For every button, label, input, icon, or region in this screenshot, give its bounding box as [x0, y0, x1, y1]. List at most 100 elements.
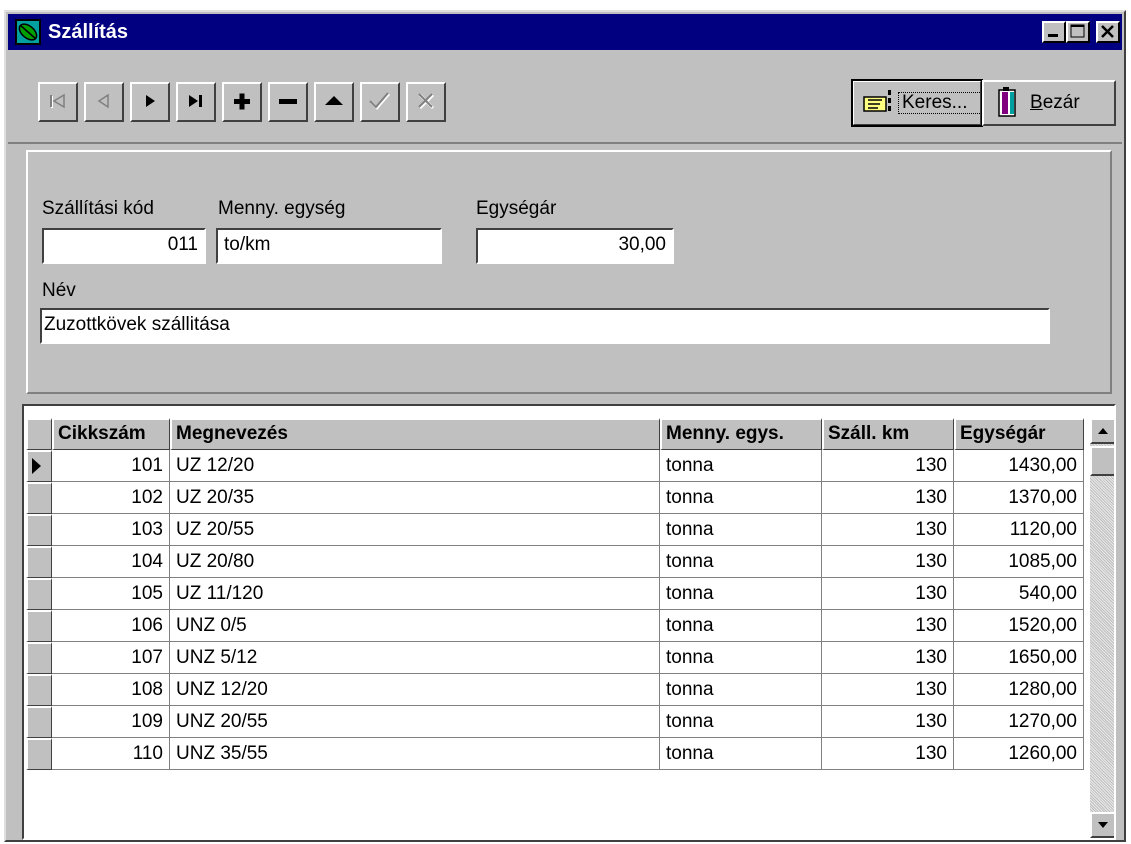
row-indicator[interactable] — [26, 610, 52, 642]
table-row[interactable]: 109 UNZ 20/55 tonna 130 1270,00 — [52, 706, 1102, 738]
menny-egys-cell[interactable]: tonna — [660, 706, 822, 738]
egysegar-cell[interactable]: 1520,00 — [954, 610, 1084, 642]
table-row[interactable]: 106 UNZ 0/5 tonna 130 1520,00 — [52, 610, 1102, 642]
close-window-button[interactable] — [1096, 21, 1120, 43]
cikkszam-cell[interactable]: 102 — [52, 482, 170, 514]
table-row[interactable]: 110 UNZ 35/55 tonna 130 1260,00 — [52, 738, 1102, 770]
egysegar-cell[interactable]: 1650,00 — [954, 642, 1084, 674]
row-indicator[interactable] — [26, 738, 52, 770]
column-header-egysegar[interactable]: Egységár — [954, 418, 1084, 450]
cikkszam-cell[interactable]: 101 — [52, 450, 170, 482]
edit-record-button[interactable] — [314, 82, 354, 122]
menny-egys-cell[interactable]: tonna — [660, 674, 822, 706]
szall-km-cell[interactable]: 130 — [822, 546, 954, 578]
egysegar-cell[interactable]: 1085,00 — [954, 546, 1084, 578]
column-header-menny-egys[interactable]: Menny. egys. — [660, 418, 822, 450]
egysegar-cell[interactable]: 540,00 — [954, 578, 1084, 610]
menny-egys-cell[interactable]: tonna — [660, 738, 822, 770]
egysegar-cell[interactable]: 1370,00 — [954, 482, 1084, 514]
cikkszam-cell[interactable]: 110 — [52, 738, 170, 770]
megnevezes-cell[interactable]: UNZ 5/12 — [170, 642, 660, 674]
menny-egys-cell[interactable]: tonna — [660, 482, 822, 514]
price-field[interactable]: 30,00 — [476, 228, 674, 264]
megnevezes-cell[interactable]: UZ 20/80 — [170, 546, 660, 578]
szall-km-cell[interactable]: 130 — [822, 738, 954, 770]
scroll-thumb[interactable] — [1090, 446, 1114, 476]
egysegar-cell[interactable]: 1280,00 — [954, 674, 1084, 706]
megnevezes-cell[interactable]: UNZ 0/5 — [170, 610, 660, 642]
megnevezes-cell[interactable]: UZ 20/55 — [170, 514, 660, 546]
menny-egys-cell[interactable]: tonna — [660, 450, 822, 482]
row-indicator[interactable] — [26, 578, 52, 610]
maximize-button[interactable] — [1066, 21, 1090, 43]
table-row[interactable]: 108 UNZ 12/20 tonna 130 1280,00 — [52, 674, 1102, 706]
delete-record-button[interactable] — [268, 82, 308, 122]
title-bar[interactable]: Szállítás — [8, 14, 1122, 50]
szall-km-cell[interactable]: 130 — [822, 674, 954, 706]
post-edit-button[interactable] — [360, 82, 400, 122]
megnevezes-cell[interactable]: UNZ 12/20 — [170, 674, 660, 706]
column-header-szall-km[interactable]: Száll. km — [822, 418, 954, 450]
row-indicator[interactable] — [26, 642, 52, 674]
menny-egys-cell[interactable]: tonna — [660, 578, 822, 610]
szall-km-cell[interactable]: 130 — [822, 450, 954, 482]
menny-egys-cell[interactable]: tonna — [660, 610, 822, 642]
table-row[interactable]: 101 UZ 12/20 tonna 130 1430,00 — [52, 450, 1102, 482]
table-row[interactable]: 103 UZ 20/55 tonna 130 1120,00 — [52, 514, 1102, 546]
insert-record-button[interactable] — [222, 82, 262, 122]
cikkszam-cell[interactable]: 103 — [52, 514, 170, 546]
cikkszam-cell[interactable]: 109 — [52, 706, 170, 738]
row-indicator[interactable] — [26, 706, 52, 738]
menny-egys-cell[interactable]: tonna — [660, 514, 822, 546]
column-header-cikkszam[interactable]: Cikkszám — [52, 418, 170, 450]
column-header-megnevezes[interactable]: Megnevezés — [170, 418, 660, 450]
prior-record-icon — [97, 93, 109, 109]
row-indicator[interactable] — [26, 514, 52, 546]
table-row[interactable]: 102 UZ 20/35 tonna 130 1370,00 — [52, 482, 1102, 514]
name-field[interactable]: Zuzottkövek szállitása — [40, 308, 1050, 344]
egysegar-cell[interactable]: 1260,00 — [954, 738, 1084, 770]
cikkszam-cell[interactable]: 106 — [52, 610, 170, 642]
menny-egys-cell[interactable]: tonna — [660, 642, 822, 674]
szall-km-cell[interactable]: 130 — [822, 610, 954, 642]
megnevezes-cell[interactable]: UNZ 35/55 — [170, 738, 660, 770]
szall-km-cell[interactable]: 130 — [822, 706, 954, 738]
table-row[interactable]: 104 UZ 20/80 tonna 130 1085,00 — [52, 546, 1102, 578]
unit-field[interactable]: to/km — [216, 228, 442, 264]
szall-km-cell[interactable]: 130 — [822, 642, 954, 674]
close-form-button[interactable]: Bezár — [982, 80, 1116, 126]
egysegar-cell[interactable]: 1120,00 — [954, 514, 1084, 546]
cikkszam-cell[interactable]: 107 — [52, 642, 170, 674]
prior-record-button[interactable] — [84, 82, 124, 122]
megnevezes-cell[interactable]: UNZ 20/55 — [170, 706, 660, 738]
row-indicator[interactable] — [26, 546, 52, 578]
cikkszam-cell[interactable]: 108 — [52, 674, 170, 706]
table-row[interactable]: 107 UNZ 5/12 tonna 130 1650,00 — [52, 642, 1102, 674]
last-record-button[interactable] — [176, 82, 216, 122]
first-record-button[interactable] — [38, 82, 78, 122]
egysegar-cell[interactable]: 1430,00 — [954, 450, 1084, 482]
cikkszam-cell[interactable]: 104 — [52, 546, 170, 578]
scroll-up-button[interactable] — [1090, 418, 1114, 444]
megnevezes-cell[interactable]: UZ 20/35 — [170, 482, 660, 514]
row-indicator[interactable] — [26, 482, 52, 514]
items-grid[interactable]: Cikkszám Megnevezés Menny. egys. Száll. … — [22, 404, 1116, 840]
cikkszam-cell[interactable]: 105 — [52, 578, 170, 610]
vertical-scrollbar[interactable] — [1090, 418, 1114, 838]
cancel-edit-button[interactable] — [406, 82, 446, 122]
table-row[interactable]: 105 UZ 11/120 tonna 130 540,00 — [52, 578, 1102, 610]
search-button[interactable]: Keres... — [851, 79, 983, 127]
minimize-button[interactable] — [1042, 21, 1066, 43]
scroll-down-button[interactable] — [1090, 812, 1114, 838]
code-field[interactable]: 011 — [42, 228, 206, 264]
egysegar-cell[interactable]: 1270,00 — [954, 706, 1084, 738]
szall-km-cell[interactable]: 130 — [822, 578, 954, 610]
next-record-button[interactable] — [130, 82, 170, 122]
megnevezes-cell[interactable]: UZ 12/20 — [170, 450, 660, 482]
row-indicator[interactable] — [26, 450, 52, 482]
szall-km-cell[interactable]: 130 — [822, 514, 954, 546]
menny-egys-cell[interactable]: tonna — [660, 546, 822, 578]
megnevezes-cell[interactable]: UZ 11/120 — [170, 578, 660, 610]
row-indicator[interactable] — [26, 674, 52, 706]
szall-km-cell[interactable]: 130 — [822, 482, 954, 514]
